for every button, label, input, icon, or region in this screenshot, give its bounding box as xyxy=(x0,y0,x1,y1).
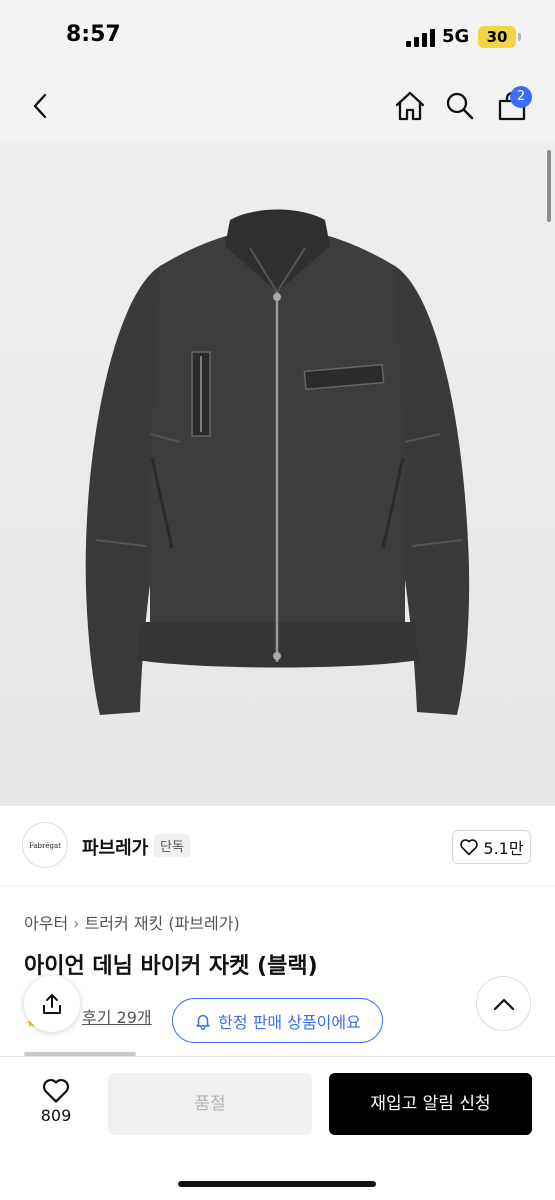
product-image[interactable] xyxy=(0,142,555,806)
chevron-left-icon xyxy=(33,93,47,119)
brand-logo-text: Fabrégat xyxy=(29,842,61,850)
heart-icon xyxy=(42,1078,70,1103)
breadcrumb-subcategory[interactable]: 트러커 재킷 (파브레가) xyxy=(85,914,240,933)
chevron-up-icon xyxy=(493,998,514,1010)
wishlist-button[interactable]: 809 xyxy=(26,1077,86,1133)
brand-name[interactable]: 파브레가 xyxy=(82,834,148,860)
chevron-right-icon: › xyxy=(73,914,80,933)
share-icon xyxy=(43,994,61,1014)
soldout-button: 품절 xyxy=(108,1073,312,1135)
signal-icon xyxy=(406,29,436,47)
battery-icon: 30 xyxy=(478,26,516,48)
back-button[interactable] xyxy=(18,84,62,128)
exclusive-badge: 단독 xyxy=(154,834,190,857)
search-button[interactable] xyxy=(438,84,482,128)
bottom-action-bar: 809 품절 재입고 알림 신청 xyxy=(0,1056,555,1200)
home-button[interactable] xyxy=(388,84,432,128)
status-time: 8:57 xyxy=(66,22,121,47)
network-label: 5G xyxy=(442,26,470,47)
home-icon xyxy=(395,91,425,121)
scroll-top-button[interactable] xyxy=(476,976,531,1031)
limited-sale-label: 한정 판매 상품이에요 xyxy=(218,1012,361,1032)
status-bar: 8:57 5G 30 xyxy=(0,0,555,72)
wishlist-count: 809 xyxy=(40,1106,72,1125)
cart-count-badge: 2 xyxy=(510,86,532,108)
denim-jacket-image xyxy=(85,209,470,715)
product-title: 아이언 데님 바이커 자켓 (블랙) xyxy=(24,954,318,979)
nav-bar xyxy=(0,72,555,142)
brand-row: Fabrégat 파브레가 단독 5.1만 xyxy=(0,806,555,886)
breadcrumb-category[interactable]: 아우터 xyxy=(24,914,68,933)
scrollbar-thumb[interactable] xyxy=(547,150,551,222)
brand-logo[interactable]: Fabrégat xyxy=(22,822,68,868)
heart-icon xyxy=(460,839,479,856)
search-icon xyxy=(446,92,474,120)
breadcrumb: 아우터 › 트러커 재킷 (파브레가) xyxy=(24,910,240,934)
restock-alert-button[interactable]: 재입고 알림 신청 xyxy=(329,1073,532,1135)
battery-tip xyxy=(518,33,521,41)
brand-like-button[interactable]: 5.1만 xyxy=(452,830,531,864)
review-link[interactable]: 후기 29개 xyxy=(82,1004,152,1028)
share-button[interactable] xyxy=(24,976,80,1032)
brand-like-count: 5.1만 xyxy=(483,839,524,858)
home-indicator[interactable] xyxy=(178,1181,376,1187)
limited-sale-pill: 한정 판매 상품이에요 xyxy=(172,998,383,1043)
bell-icon xyxy=(196,1014,210,1030)
